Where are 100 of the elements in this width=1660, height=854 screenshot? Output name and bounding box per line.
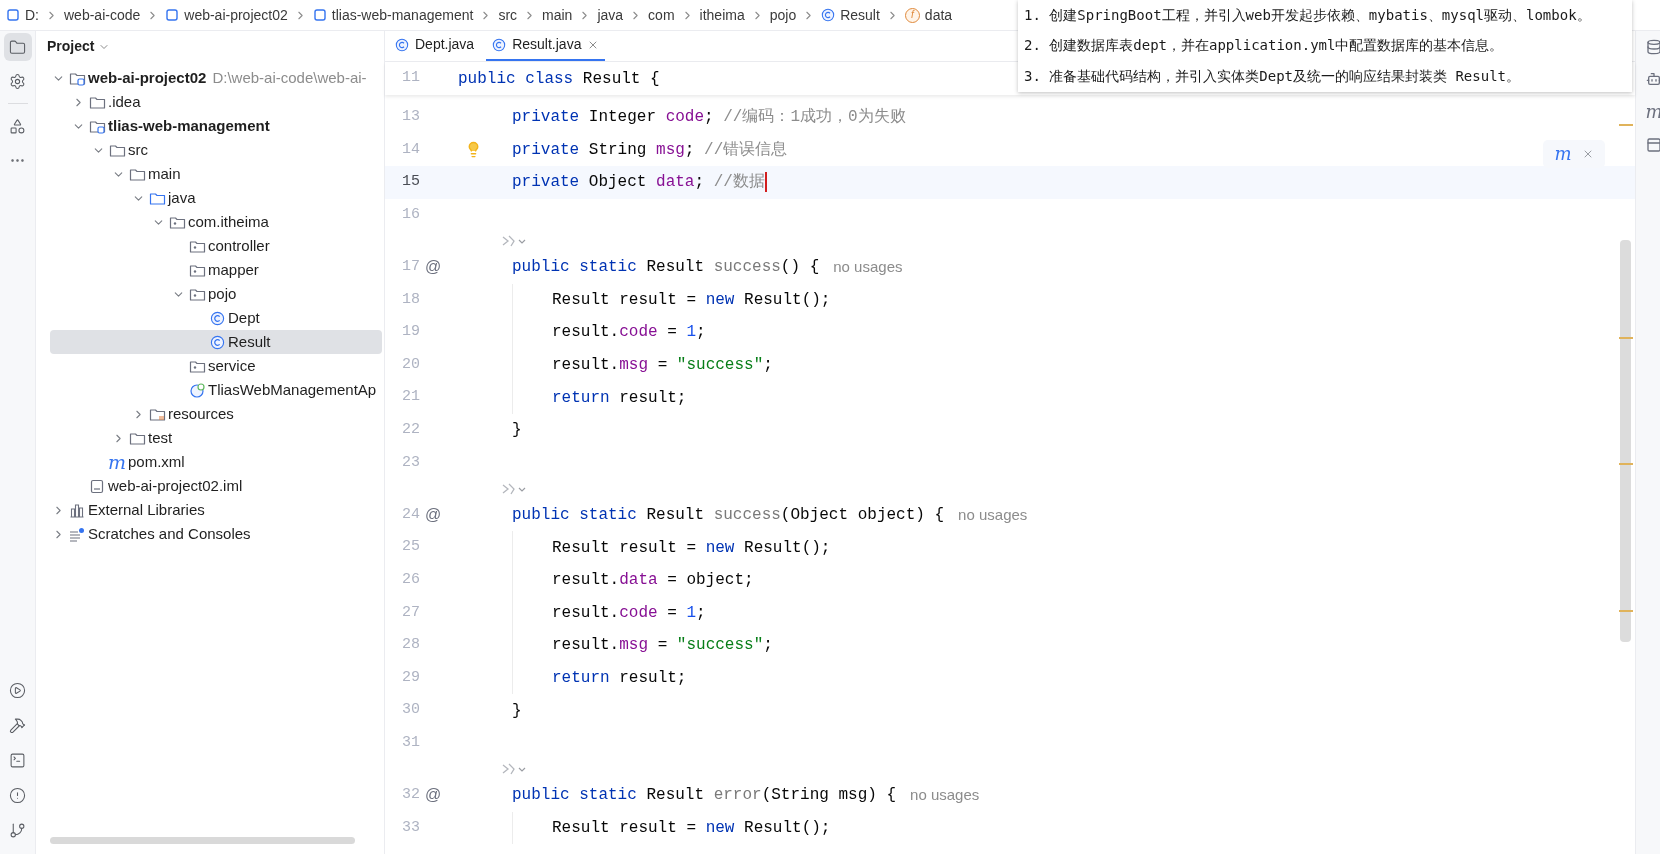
folder-icon xyxy=(88,94,106,110)
code-line: result.data = object; xyxy=(552,570,754,592)
tree-item[interactable]: pojo xyxy=(50,282,382,306)
breadcrumb-item[interactable]: web-ai-code xyxy=(64,4,141,26)
line-number: 13 xyxy=(401,107,420,128)
hammer-icon[interactable] xyxy=(9,716,26,734)
tree-item[interactable]: main xyxy=(50,162,382,186)
class-icon xyxy=(209,334,225,350)
breadcrumb-item[interactable]: pojo xyxy=(769,4,797,26)
line-number: 31 xyxy=(401,732,420,753)
package-icon xyxy=(188,238,206,254)
breadcrumb-item[interactable]: com xyxy=(648,4,675,26)
module-path: D:\web-ai-code\web-ai- xyxy=(212,67,367,88)
tree-item[interactable]: resources xyxy=(50,402,382,426)
tree-item[interactable]: mapper xyxy=(50,258,382,282)
file-icon xyxy=(90,478,104,494)
database-icon[interactable] xyxy=(1646,39,1660,55)
usage-hint[interactable]: no usages xyxy=(958,503,1028,527)
horizontal-scrollbar[interactable] xyxy=(50,837,355,844)
shapes-icon[interactable] xyxy=(9,117,26,135)
maven-reload-icon[interactable]: m xyxy=(1554,145,1572,163)
breadcrumb-item[interactable]: D: xyxy=(6,4,39,26)
line-number: 30 xyxy=(401,700,420,721)
line-number: 23 xyxy=(401,452,420,473)
ai-assistant-icon[interactable] xyxy=(1646,71,1660,87)
line-number: 17 xyxy=(401,257,420,277)
tree-item[interactable]: controller xyxy=(50,234,382,258)
class-icon xyxy=(395,37,409,52)
breadcrumb-item[interactable]: tlias-web-management xyxy=(312,4,474,26)
note-line: 3. 准备基础代码结构，并引入实体类Dept及统一的响应结果封装类 Result。 xyxy=(1024,67,1521,87)
terminal-icon[interactable] xyxy=(9,751,26,769)
package-icon xyxy=(168,214,186,230)
usage-hint[interactable]: no usages xyxy=(910,784,980,807)
tool-window-button[interactable] xyxy=(3,33,32,61)
code-line: public static Result success() { xyxy=(512,257,820,279)
tree-item[interactable]: Result xyxy=(50,330,382,354)
line-number: 26 xyxy=(401,569,420,590)
tree-item[interactable]: web-ai-project02.iml xyxy=(50,474,382,498)
line-number: 28 xyxy=(401,635,420,656)
line-number: 16 xyxy=(401,204,420,225)
tree-item[interactable]: test xyxy=(50,426,382,450)
class-icon xyxy=(492,37,507,52)
code-line: Result result = new Result(); xyxy=(552,817,831,839)
tree-item[interactable]: Scratches and Consoles xyxy=(50,522,382,546)
scrollbar[interactable] xyxy=(1620,240,1631,642)
tree-item[interactable]: m pom.xml xyxy=(50,450,382,474)
code-line: public static Result error(String msg) { xyxy=(512,785,897,807)
override-marker[interactable]: @ xyxy=(424,783,442,808)
folder-icon xyxy=(108,142,126,158)
line-number: 19 xyxy=(401,322,420,343)
breadcrumb-item[interactable]: web-ai-project02 xyxy=(165,4,288,26)
breadcrumb-item[interactable]: itheima xyxy=(699,4,745,26)
code-line: Result result = new Result(); xyxy=(552,289,831,311)
code-line: } xyxy=(512,420,522,442)
panel-title[interactable]: Project xyxy=(47,36,95,57)
sparkle-chevron-icon[interactable] xyxy=(501,234,527,249)
tree-item[interactable]: src xyxy=(50,138,382,162)
line-number: 29 xyxy=(401,667,420,688)
settings-icon[interactable] xyxy=(9,72,26,90)
breadcrumb-item[interactable]: src xyxy=(498,4,518,26)
line-number: 33 xyxy=(401,817,420,838)
code-line: Result result = new Result(); xyxy=(552,537,831,559)
editor-tab[interactable]: Dept.java xyxy=(389,30,481,61)
breadcrumb-item[interactable]: f data xyxy=(904,4,953,26)
line-number: 15 xyxy=(401,172,420,193)
override-marker[interactable]: @ xyxy=(424,503,442,527)
branch-icon[interactable] xyxy=(9,821,26,839)
tree-item[interactable]: service xyxy=(50,354,382,378)
folder-icon[interactable] xyxy=(9,38,26,56)
sparkle-chevron-icon[interactable] xyxy=(501,762,527,777)
breadcrumb-item[interactable]: Result xyxy=(821,4,880,26)
tree-item[interactable]: .idea xyxy=(50,90,382,114)
module-icon xyxy=(6,8,20,22)
field-icon: f xyxy=(904,7,920,23)
code-line: return result; xyxy=(552,387,687,409)
code-line: result.code = 1; xyxy=(552,602,706,624)
sparkle-chevron-icon[interactable] xyxy=(501,481,527,496)
tree-item[interactable]: External Libraries xyxy=(50,498,382,522)
code-line: result.msg = "success"; xyxy=(552,635,773,657)
line-number: 18 xyxy=(401,289,420,310)
tree-item[interactable]: com.itheima xyxy=(50,210,382,234)
preview-icon[interactable] xyxy=(1646,137,1660,153)
folder-icon xyxy=(128,166,146,182)
line-number: 32 xyxy=(401,785,420,806)
play-icon[interactable] xyxy=(9,681,26,699)
tree-item[interactable]: TliasWebManagementAp xyxy=(50,378,382,402)
tree-item[interactable]: Dept xyxy=(50,306,382,330)
class-icon xyxy=(209,310,225,326)
breadcrumb-item[interactable]: java xyxy=(597,4,624,26)
line-number: 21 xyxy=(401,387,420,408)
module-icon xyxy=(165,8,180,22)
line-number: 14 xyxy=(401,139,420,160)
override-marker[interactable]: @ xyxy=(424,255,442,280)
breadcrumb-item[interactable]: main xyxy=(542,4,573,26)
code-line: return result; xyxy=(552,668,687,689)
folder-icon xyxy=(148,406,166,422)
tree-item[interactable]: java xyxy=(50,186,382,210)
alert-icon[interactable] xyxy=(9,786,26,804)
tree-item[interactable]: tlias-web-management xyxy=(50,114,382,138)
tree-item[interactable]: web-ai-project02 D:\web-ai-code\web-ai- xyxy=(50,66,382,90)
